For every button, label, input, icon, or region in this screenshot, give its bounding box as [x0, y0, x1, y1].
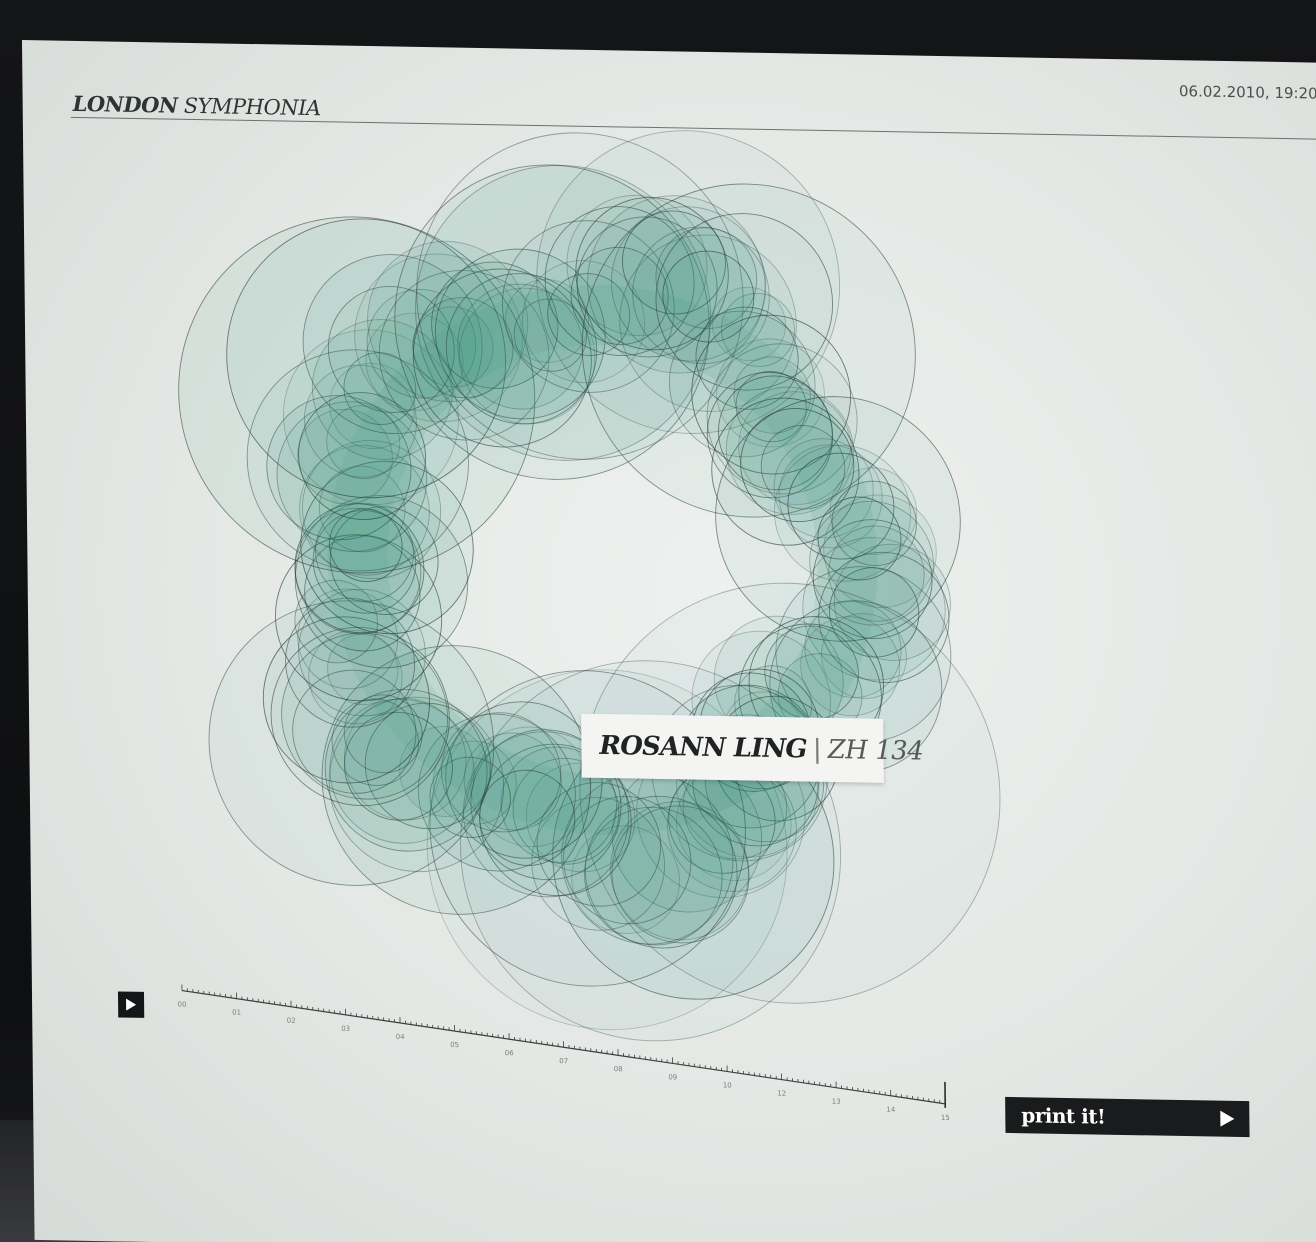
- timeline-tick-label: 10: [723, 1081, 732, 1089]
- timeline-tick-label: 07: [559, 1057, 568, 1065]
- print-button-label: print it!: [1021, 1103, 1106, 1129]
- timeline-tick-label: 08: [614, 1065, 623, 1073]
- timeline-scrubber[interactable]: 00 01 02 03 04 05 06 07 08 09 10 12 13 14 15: [22, 40, 1316, 1242]
- timeline-tick-label: 06: [505, 1049, 515, 1057]
- print-button[interactable]: print it!: [1005, 1096, 1250, 1138]
- timeline-tick-label: 09: [668, 1073, 677, 1081]
- timeline-tick-label: 15: [941, 1114, 950, 1122]
- timeline-tick-label: 01: [232, 1009, 241, 1017]
- photo-stage: LONDON SYMPHONIA 06.02.2010, 19:20 ROSAN…: [0, 0, 1316, 1242]
- timeline-tick-label: 13: [832, 1098, 841, 1106]
- app-screen: LONDON SYMPHONIA 06.02.2010, 19:20 ROSAN…: [22, 40, 1316, 1242]
- timeline-tick-label: 00: [178, 1000, 187, 1008]
- timeline-tick-label: 14: [886, 1106, 896, 1114]
- play-arrow-icon: [1220, 1110, 1235, 1127]
- timeline-tick-label: 02: [287, 1017, 296, 1025]
- timeline-tick-label: 12: [777, 1090, 786, 1098]
- timeline-tick-label: 05: [450, 1041, 459, 1049]
- timeline-tick-label: 04: [396, 1033, 406, 1041]
- timeline-tick-label: 03: [341, 1025, 350, 1033]
